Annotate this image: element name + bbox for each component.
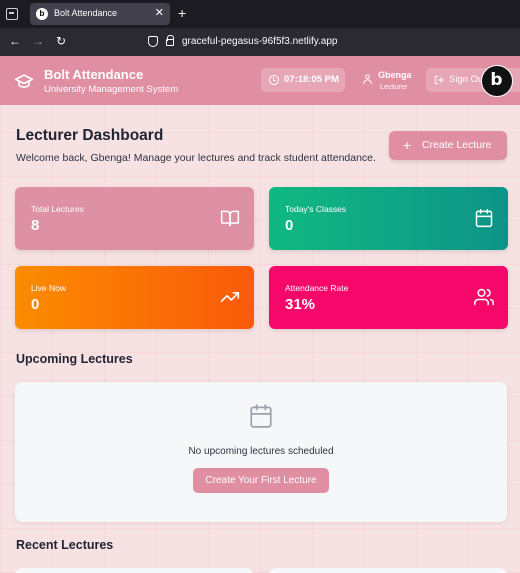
new-tab-button[interactable]: + xyxy=(178,5,186,21)
address-bar[interactable]: graceful-pegasus-96f5f3.netlify.app xyxy=(140,32,520,52)
create-first-lecture-label: Create Your First Lecture xyxy=(205,475,317,486)
user-name: Gbenga xyxy=(378,70,412,80)
calendar-icon xyxy=(475,208,493,228)
clock-display: 07:18:05 PM xyxy=(261,68,345,92)
create-first-lecture-button[interactable]: Create Your First Lecture xyxy=(193,468,329,493)
recent-lecture-card[interactable] xyxy=(269,568,507,573)
users-icon xyxy=(474,288,494,306)
stat-card-total-lectures: Total Lectures 8 xyxy=(15,187,254,250)
plus-icon: + xyxy=(403,137,412,153)
book-icon xyxy=(220,210,240,227)
page-title: Lecturer Dashboard xyxy=(16,127,164,144)
log-out-icon xyxy=(434,75,444,85)
bolt-badge-logo[interactable]: b xyxy=(481,65,513,97)
calendar-empty-icon xyxy=(250,404,272,428)
stat-card-live-now: Live Now 0 xyxy=(15,266,254,329)
app-title: Bolt Attendance xyxy=(44,67,144,82)
tab-title: Bolt Attendance xyxy=(54,8,118,18)
stat-card-attendance-rate: Attendance Rate 31% xyxy=(269,266,508,329)
browser-nav-bar: ← → ↻ graceful-pegasus-96f5f3.netlify.ap… xyxy=(0,28,520,56)
browser-tab-bar: b Bolt Attendance ✕ + xyxy=(0,0,520,28)
stat-value: 31% xyxy=(285,296,316,313)
bolt-badge-letter: b xyxy=(490,70,503,90)
browser-tab[interactable]: b Bolt Attendance ✕ xyxy=(30,3,170,25)
shield-icon[interactable] xyxy=(148,36,158,47)
recent-lectures-heading: Recent Lectures xyxy=(16,538,114,552)
close-tab-icon[interactable]: ✕ xyxy=(155,6,164,19)
upcoming-lectures-heading: Upcoming Lectures xyxy=(16,352,133,366)
stat-label: Live Now xyxy=(31,283,66,293)
stat-label: Total Lectures xyxy=(31,204,84,214)
stat-value: 0 xyxy=(31,296,40,313)
upcoming-lectures-panel: No upcoming lectures scheduled Create Yo… xyxy=(15,382,507,522)
app-header: Bolt Attendance University Management Sy… xyxy=(0,56,520,105)
stat-label: Today's Classes xyxy=(285,204,347,214)
create-lecture-label: Create Lecture xyxy=(422,139,492,151)
stat-card-todays-classes: Today's Classes 0 xyxy=(269,187,508,250)
app-viewport: Bolt Attendance University Management Sy… xyxy=(0,56,520,573)
app-subtitle: University Management System xyxy=(44,84,179,95)
tab-overview-icon[interactable] xyxy=(6,8,18,20)
reload-icon[interactable]: ↻ xyxy=(56,34,66,48)
stat-value: 8 xyxy=(31,217,40,234)
user-role: Lecturer xyxy=(380,82,408,91)
forward-arrow-icon[interactable]: → xyxy=(32,34,44,48)
graduation-cap-icon xyxy=(14,74,34,88)
empty-state-text: No upcoming lectures scheduled xyxy=(188,446,334,457)
back-arrow-icon[interactable]: ← xyxy=(9,34,21,48)
lock-icon[interactable] xyxy=(166,35,174,46)
clock-icon xyxy=(269,75,279,85)
trending-up-icon xyxy=(220,292,240,302)
bolt-favicon-icon: b xyxy=(36,8,48,20)
recent-lecture-card[interactable] xyxy=(15,568,253,573)
create-lecture-button[interactable]: + Create Lecture xyxy=(389,131,507,160)
stat-value: 0 xyxy=(285,217,294,234)
user-icon xyxy=(363,74,372,85)
stat-label: Attendance Rate xyxy=(285,283,349,293)
url-text[interactable]: graceful-pegasus-96f5f3.netlify.app xyxy=(182,36,337,47)
clock-time: 07:18:05 PM xyxy=(284,74,339,85)
welcome-text: Welcome back, Gbenga! Manage your lectur… xyxy=(16,152,376,164)
